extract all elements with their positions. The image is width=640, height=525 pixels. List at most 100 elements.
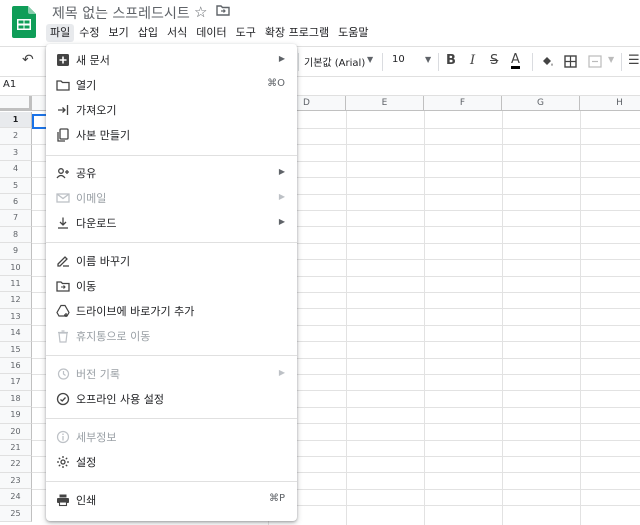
menu-item-print[interactable]: 인쇄 ⌘P <box>46 488 297 512</box>
menu-item-email[interactable]: 이메일 ▶ <box>46 186 297 210</box>
row-header[interactable]: 25 <box>0 505 32 522</box>
row-header[interactable]: 20 <box>0 423 32 440</box>
menu-format[interactable]: 서식 <box>163 24 191 42</box>
row-header[interactable]: 15 <box>0 341 32 358</box>
row-header[interactable]: 5 <box>0 177 32 194</box>
undo-icon[interactable]: ↶ <box>22 52 34 68</box>
menu-extensions[interactable]: 확장 프로그램 <box>261 24 333 42</box>
keyboard-shortcut: ⌘O <box>267 78 285 89</box>
row-header[interactable]: 18 <box>0 390 32 408</box>
menu-file[interactable]: 파일 <box>46 24 75 42</box>
toolbar-divider <box>298 53 299 71</box>
menu-item-label: 이름 바꾸기 <box>76 255 131 268</box>
row-header[interactable]: 7 <box>0 210 32 227</box>
menu-edit[interactable]: 수정 <box>75 24 103 42</box>
menu-tools[interactable]: 도구 <box>232 24 260 42</box>
toolbar-divider <box>382 53 383 71</box>
rename-pencil-icon <box>57 256 69 267</box>
borders-icon[interactable] <box>564 55 577 68</box>
menu-divider <box>46 155 297 156</box>
menu-item-label: 이메일 <box>76 192 107 205</box>
menu-item-move-to-trash[interactable]: 휴지통으로 이동 <box>46 324 297 348</box>
row-header[interactable]: 6 <box>0 194 32 211</box>
name-box[interactable]: A1 <box>3 79 16 90</box>
row-header[interactable]: 1 <box>0 112 32 129</box>
column-header-f[interactable]: F <box>424 96 502 111</box>
align-icon[interactable]: ☰ <box>628 53 640 68</box>
bold-icon[interactable]: B <box>446 53 456 68</box>
font-family-select[interactable]: 기본값 (Arial) <box>304 54 365 69</box>
mail-icon <box>56 193 70 203</box>
column-header-g[interactable]: G <box>502 96 580 111</box>
download-icon <box>58 217 68 229</box>
fill-color-icon[interactable] <box>540 55 554 69</box>
submenu-arrow-icon: ▶ <box>278 192 285 201</box>
menu-item-rename[interactable]: 이름 바꾸기 <box>46 249 297 273</box>
menu-item-share[interactable]: 공유 ▶ <box>46 161 297 185</box>
menu-divider <box>46 355 297 356</box>
menu-item-open[interactable]: 열기 ⌘O <box>46 73 297 97</box>
row-header[interactable]: 10 <box>0 259 32 276</box>
select-all-corner[interactable] <box>0 96 32 111</box>
menu-item-make-copy[interactable]: 사본 만들기 <box>46 123 297 147</box>
menu-item-offline[interactable]: 오프라인 사용 설정 <box>46 387 297 411</box>
menu-item-add-shortcut[interactable]: 드라이브에 바로가기 추가 <box>46 299 297 323</box>
menu-insert[interactable]: 삽입 <box>134 24 162 42</box>
column-header-h[interactable]: H <box>580 96 640 111</box>
star-icon[interactable]: ☆ <box>194 3 207 21</box>
row-header[interactable]: 19 <box>0 407 32 424</box>
menu-item-label: 다운로드 <box>76 217 117 230</box>
row-header[interactable]: 17 <box>0 374 32 391</box>
row-header[interactable]: 2 <box>0 128 32 145</box>
italic-icon[interactable]: I <box>470 53 475 68</box>
row-header[interactable]: 23 <box>0 472 32 490</box>
chevron-down-icon[interactable]: ▼ <box>608 55 614 64</box>
menu-item-new[interactable]: 새 문서 ▶ <box>46 48 297 72</box>
move-folder-icon[interactable] <box>216 4 230 16</box>
menu-item-download[interactable]: 다운로드 ▶ <box>46 211 297 235</box>
menu-item-label: 이동 <box>76 280 97 293</box>
font-size-select[interactable]: 10 <box>392 54 405 65</box>
add-person-icon <box>56 168 69 179</box>
submenu-arrow-icon: ▶ <box>278 167 285 176</box>
merge-icon[interactable] <box>588 55 602 68</box>
menu-item-label: 가져오기 <box>76 104 117 117</box>
gear-icon <box>57 456 69 468</box>
column-header-e[interactable]: E <box>346 96 424 111</box>
menu-item-version-history[interactable]: 버전 기록 ▶ <box>46 362 297 386</box>
menu-item-details[interactable]: 세부정보 <box>46 425 297 449</box>
menu-bar: 파일 수정 보기 삽입 서식 데이터 도구 확장 프로그램 도움말 <box>46 24 373 42</box>
row-header[interactable]: 11 <box>0 276 32 293</box>
history-icon <box>57 368 70 380</box>
document-title[interactable]: 제목 없는 스프레드시트 <box>52 3 190 23</box>
row-header[interactable]: 22 <box>0 456 32 473</box>
row-header[interactable]: 3 <box>0 144 32 162</box>
menu-data[interactable]: 데이터 <box>192 24 230 42</box>
row-header[interactable]: 14 <box>0 325 32 342</box>
grid-line <box>346 111 347 525</box>
info-icon <box>56 430 70 444</box>
strikethrough-icon[interactable]: S <box>490 53 498 68</box>
trash-icon <box>58 330 68 343</box>
menu-view[interactable]: 보기 <box>105 24 133 42</box>
row-header[interactable]: 13 <box>0 308 32 326</box>
row-header[interactable]: 21 <box>0 440 32 457</box>
row-header[interactable]: 8 <box>0 226 32 244</box>
row-header[interactable]: 9 <box>0 243 32 260</box>
menu-item-move[interactable]: 이동 <box>46 274 297 298</box>
menu-item-settings[interactable]: 설정 <box>46 450 297 474</box>
menu-help[interactable]: 도움말 <box>334 24 372 42</box>
menu-divider <box>46 418 297 419</box>
row-header[interactable]: 24 <box>0 489 32 506</box>
row-header[interactable]: 16 <box>0 358 32 375</box>
menu-item-label: 사본 만들기 <box>76 129 131 142</box>
menu-item-import[interactable]: 가져오기 <box>46 98 297 122</box>
chevron-down-icon[interactable]: ▼ <box>425 55 431 64</box>
menu-item-label: 새 문서 <box>76 54 110 67</box>
menu-divider <box>46 481 297 482</box>
row-header[interactable]: 4 <box>0 161 32 178</box>
chevron-down-icon[interactable]: ▼ <box>367 55 373 64</box>
sheets-logo-icon[interactable] <box>12 6 36 38</box>
row-header[interactable]: 12 <box>0 292 32 309</box>
text-color-icon[interactable]: A <box>511 53 520 69</box>
